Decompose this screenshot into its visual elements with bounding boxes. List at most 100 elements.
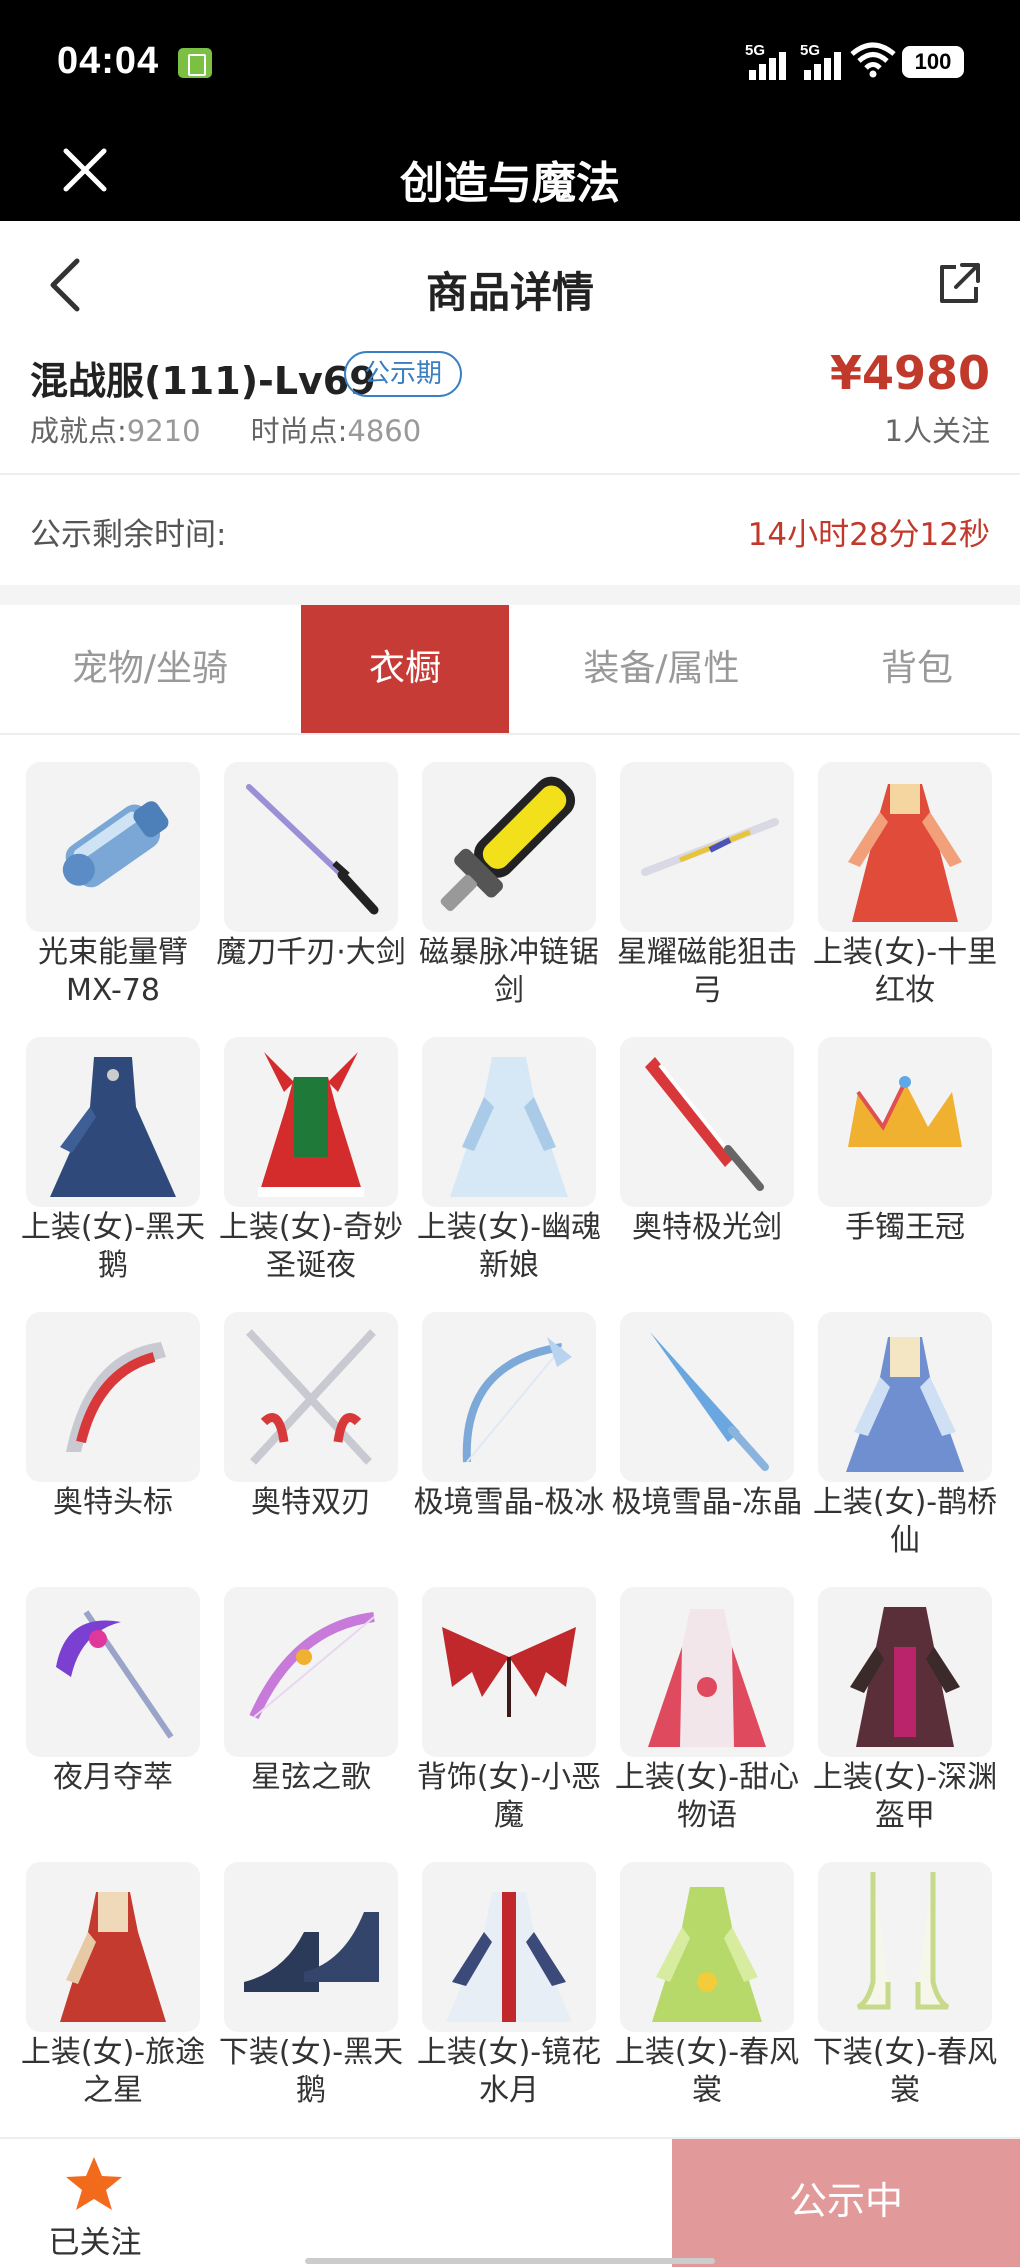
item-name: 上装(女)-甜心物语 xyxy=(614,1760,800,1833)
price: ¥4980 xyxy=(829,346,990,400)
demon-wings-icon xyxy=(422,1587,596,1757)
wardrobe-item[interactable]: 极境雪晶-冻晶 xyxy=(612,1312,802,1582)
item-name: 奥特头标 xyxy=(53,1485,173,1520)
item-name: 极境雪晶-极冰 xyxy=(413,1485,605,1520)
star-bow-icon xyxy=(224,1587,398,1757)
wardrobe-item[interactable]: 背饰(女)-小恶魔 xyxy=(417,1587,601,1857)
status-badge: 公示期 xyxy=(344,351,463,397)
chainsaw-sword-icon xyxy=(422,762,596,932)
sniper-bow-icon xyxy=(620,762,794,932)
sweetheart-dress-icon xyxy=(620,1587,794,1757)
product-stats: 成就点:9210 时尚点:4860 xyxy=(30,408,421,450)
wardrobe-item[interactable]: 奥特头标 xyxy=(26,1312,200,1582)
tab-bar: 宠物/坐骑 衣橱 装备/属性 背包 xyxy=(0,605,1020,735)
page-header: 商品详情 xyxy=(0,221,1020,351)
wardrobe-item[interactable]: 上装(女)-奇妙圣诞夜 xyxy=(219,1037,403,1307)
wardrobe-item[interactable]: 上装(女)-春风裳 xyxy=(615,1862,799,2132)
star-icon xyxy=(66,2157,122,2210)
tab-equipment-attributes[interactable]: 装备/属性 xyxy=(509,605,814,733)
ultra-headpiece-icon xyxy=(26,1312,200,1482)
item-name: 下装(女)-黑天鹅 xyxy=(218,2035,404,2108)
wardrobe-item[interactable]: 下装(女)-黑天鹅 xyxy=(219,1862,403,2132)
katana-icon xyxy=(224,762,398,932)
item-name: 奥特双刃 xyxy=(251,1485,371,1520)
clock: 04:04 xyxy=(57,40,160,82)
item-name: 星弦之歌 xyxy=(251,1760,371,1795)
crown-icon xyxy=(818,1037,992,1207)
ghost-bride-dress-icon xyxy=(422,1037,596,1207)
achievement-label: 成就点: xyxy=(30,414,127,448)
wardrobe-item[interactable]: 奥特极光剑 xyxy=(620,1037,794,1307)
follow-label: 已关注 xyxy=(48,2225,142,2261)
fashion-value: 4860 xyxy=(347,414,422,448)
item-name: 上装(女)-旅途之星 xyxy=(20,2035,206,2108)
wardrobe-item[interactable]: 夜月夺萃 xyxy=(26,1587,200,1857)
wardrobe-item[interactable]: 上装(女)-鹊桥仙 xyxy=(813,1312,997,1582)
countdown-row: 公示剩余时间: 14小时28分12秒 xyxy=(0,475,1020,585)
wardrobe-item[interactable]: 上装(女)-深渊盔甲 xyxy=(813,1587,997,1857)
item-name: 上装(女)-黑天鹅 xyxy=(20,1210,206,1283)
spring-dress-icon xyxy=(620,1862,794,2032)
tab-backpack[interactable]: 背包 xyxy=(814,605,1020,733)
abyss-armor-icon xyxy=(818,1587,992,1757)
item-name: 上装(女)-春风裳 xyxy=(614,2035,800,2108)
follow-button[interactable]: 已关注 xyxy=(0,2139,190,2267)
tab-wardrobe[interactable]: 衣橱 xyxy=(301,605,509,733)
wardrobe-item[interactable]: 上装(女)-十里红妆 xyxy=(813,762,997,1032)
wardrobe-item[interactable]: 光束能量臂MX-78 xyxy=(26,762,200,1032)
section-gap xyxy=(0,585,1020,605)
wardrobe-item[interactable]: 星耀磁能狙击弓 xyxy=(617,762,797,1032)
bottom-action-bar: 已关注 公示中 xyxy=(0,2137,1020,2267)
item-name: 上装(女)-镜花水月 xyxy=(416,2035,602,2108)
wardrobe-item[interactable]: 磁暴脉冲链锯剑 xyxy=(419,762,599,1032)
moon-scythe-icon xyxy=(26,1587,200,1757)
wardrobe-item[interactable]: 星弦之歌 xyxy=(224,1587,398,1857)
wardrobe-item[interactable]: 上装(女)-黑天鹅 xyxy=(21,1037,205,1307)
ice-spear-icon xyxy=(620,1312,794,1482)
public-status-button[interactable]: 公示中 xyxy=(672,2139,1020,2267)
battery-saver-icon xyxy=(178,48,212,78)
item-name: 极境雪晶-冻晶 xyxy=(611,1485,803,1520)
item-name: 奥特极光剑 xyxy=(632,1210,782,1245)
wardrobe-item[interactable]: 魔刀千刃·大剑 xyxy=(216,762,406,1032)
wardrobe-item[interactable]: 上装(女)-幽魂新娘 xyxy=(417,1037,601,1307)
item-name: 魔刀千刃·大剑 xyxy=(216,935,406,970)
fashion-label: 时尚点: xyxy=(250,414,348,448)
item-name: 背饰(女)-小恶魔 xyxy=(416,1760,602,1833)
item-name: 光束能量臂MX-78 xyxy=(38,935,188,1008)
network-type-label: 5G xyxy=(800,42,821,59)
home-indicator xyxy=(305,2258,715,2264)
wardrobe-item[interactable]: 上装(女)-旅途之星 xyxy=(21,1862,205,2132)
wardrobe-item[interactable]: 上装(女)-镜花水月 xyxy=(417,1862,601,2132)
wardrobe-item[interactable]: 奥特双刃 xyxy=(224,1312,398,1582)
battery-icon: 100 xyxy=(902,46,964,78)
item-name: 上装(女)-深渊盔甲 xyxy=(812,1760,998,1833)
item-name: 下装(女)-春风裳 xyxy=(812,2035,998,2108)
high-heels-icon xyxy=(224,1862,398,2032)
ultra-sword-icon xyxy=(620,1037,794,1207)
wifi-icon xyxy=(850,42,896,78)
item-name: 上装(女)-幽魂新娘 xyxy=(416,1210,602,1283)
item-name: 上装(女)-十里红妆 xyxy=(812,935,998,1008)
achievement-value: 9210 xyxy=(126,414,201,448)
follower-count: 1人关注 xyxy=(884,414,990,448)
item-name: 上装(女)-鹊桥仙 xyxy=(812,1485,998,1558)
wardrobe-item[interactable]: 下装(女)-春风裳 xyxy=(813,1862,997,2132)
product-info: 混战服(111)-Lv69 公示期 ¥4980 成就点:9210 时尚点:4860… xyxy=(0,340,1020,475)
item-name: 手镯王冠 xyxy=(845,1210,965,1245)
wardrobe-item[interactable]: 上装(女)-甜心物语 xyxy=(615,1587,799,1857)
share-icon[interactable] xyxy=(936,261,982,307)
countdown-label: 公示剩余时间: xyxy=(30,517,227,553)
mirror-dress-icon xyxy=(422,1862,596,2032)
wardrobe-item[interactable]: 手镯王冠 xyxy=(818,1037,992,1307)
spring-sandals-icon xyxy=(818,1862,992,2032)
status-bar: 04:04 5G 5G 100 xyxy=(0,0,1020,125)
item-name: 夜月夺萃 xyxy=(53,1760,173,1795)
signal-icon: 5G xyxy=(745,42,803,80)
wardrobe-item[interactable]: 极境雪晶-极冰 xyxy=(414,1312,604,1582)
app-title-bar: 创造与魔法 xyxy=(0,125,1020,221)
product-name: 混战服(111)-Lv69 xyxy=(30,359,376,403)
black-swan-dress-icon xyxy=(26,1037,200,1207)
item-name: 上装(女)-奇妙圣诞夜 xyxy=(218,1210,404,1283)
tab-pets-mounts[interactable]: 宠物/坐骑 xyxy=(0,605,300,733)
